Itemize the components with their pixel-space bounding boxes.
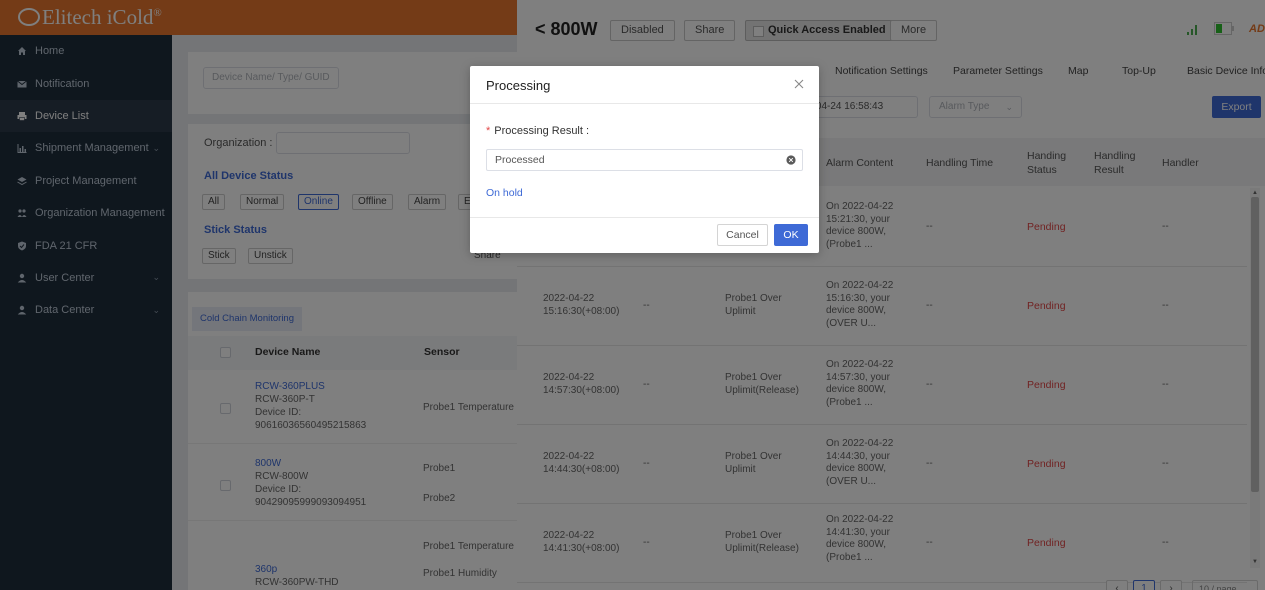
processing-result-label-text: Processing Result : <box>494 125 590 137</box>
required-mark: * <box>486 125 491 137</box>
dialog-divider <box>470 103 819 104</box>
dialog-divider <box>470 217 819 218</box>
ok-button[interactable]: OK <box>774 224 808 246</box>
cancel-button[interactable]: Cancel <box>717 224 768 246</box>
processing-dialog: Processing *Processing Result : On hold … <box>470 66 819 253</box>
close-icon[interactable] <box>793 78 805 90</box>
clear-icon[interactable] <box>786 155 796 165</box>
processing-result-label: * Processing Result : <box>486 125 589 137</box>
dialog-title: Processing <box>486 78 551 93</box>
on-hold-option[interactable]: On hold <box>486 187 523 199</box>
processing-result-input[interactable] <box>486 149 803 171</box>
